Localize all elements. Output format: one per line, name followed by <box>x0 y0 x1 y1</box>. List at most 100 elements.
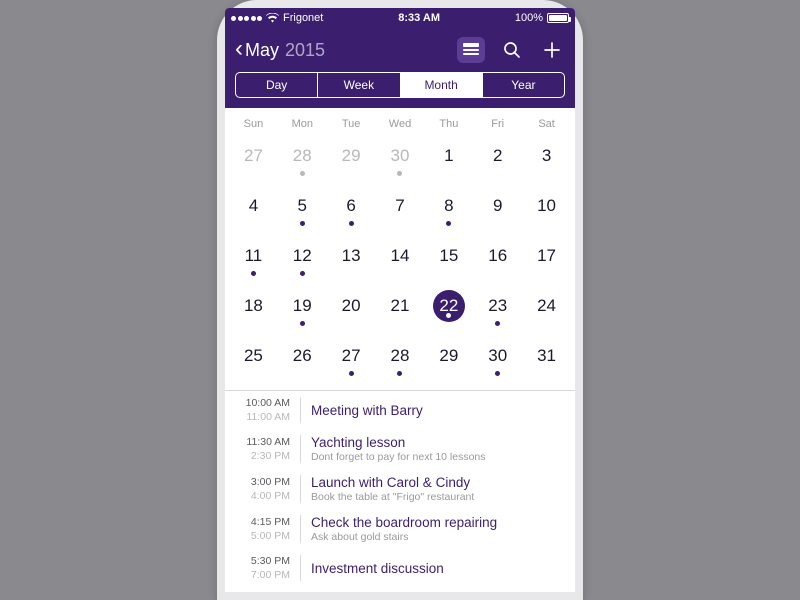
battery-icon <box>547 13 569 23</box>
day-cell[interactable]: 22 <box>424 286 473 330</box>
day-number: 1 <box>433 140 465 172</box>
event-title: Yachting lesson <box>311 435 486 450</box>
day-number: 19 <box>286 290 318 322</box>
event-title: Investment discussion <box>311 561 444 576</box>
weekday-label: Fri <box>473 118 522 130</box>
event-title: Launch with Carol & Cindy <box>311 475 474 490</box>
segment-year[interactable]: Year <box>483 73 564 97</box>
list-view-toggle[interactable] <box>457 37 485 63</box>
day-cell[interactable]: 21 <box>376 286 425 330</box>
segment-day[interactable]: Day <box>236 73 318 97</box>
day-number: 14 <box>384 240 416 272</box>
day-number: 20 <box>335 290 367 322</box>
day-cell[interactable]: 30 <box>376 136 425 180</box>
event-times: 5:30 PM 7:00 PM <box>225 555 301 581</box>
header: ‹ May 2015 <box>225 28 575 108</box>
day-number: 28 <box>384 340 416 372</box>
day-number: 23 <box>482 290 514 322</box>
day-number: 2 <box>482 140 514 172</box>
day-cell[interactable]: 3 <box>522 136 571 180</box>
day-number: 15 <box>433 240 465 272</box>
day-cell[interactable]: 18 <box>229 286 278 330</box>
day-cell[interactable]: 4 <box>229 186 278 230</box>
day-number: 8 <box>433 190 465 222</box>
event-indicator-dot <box>251 271 256 276</box>
day-cell[interactable]: 19 <box>278 286 327 330</box>
event-title: Check the boardroom repairing <box>311 515 497 530</box>
day-cell[interactable]: 26 <box>278 336 327 380</box>
event-row[interactable]: 5:30 PM 7:00 PM Investment discussion <box>225 549 575 587</box>
day-number: 26 <box>286 340 318 372</box>
day-cell[interactable]: 9 <box>473 186 522 230</box>
event-row[interactable]: 8:00 PMPing Pong challenge <box>225 587 575 592</box>
event-indicator-dot <box>495 371 500 376</box>
day-cell[interactable]: 2 <box>473 136 522 180</box>
day-cell[interactable]: 7 <box>376 186 425 230</box>
header-month: May <box>245 40 279 61</box>
event-row[interactable]: 3:00 PM4:00 PMLaunch with Carol & CindyB… <box>225 469 575 509</box>
day-number: 25 <box>237 340 269 372</box>
day-cell[interactable]: 27 <box>229 136 278 180</box>
day-cell[interactable]: 14 <box>376 236 425 280</box>
weekday-label: Sun <box>229 118 278 130</box>
back-button[interactable]: ‹ May 2015 <box>235 39 325 61</box>
event-times: 10:00 AM11:00 AM <box>225 397 301 423</box>
event-row[interactable]: 11:30 AM2:30 PMYachting lessonDont forge… <box>225 429 575 469</box>
event-start-time: 5:30 PM <box>225 555 290 567</box>
day-cell[interactable]: 23 <box>473 286 522 330</box>
event-indicator-dot <box>495 321 500 326</box>
event-body: Meeting with Barry <box>301 397 423 423</box>
chevron-left-icon: ‹ <box>235 37 243 61</box>
days-grid: 2728293012345678910111213141516171819202… <box>229 136 571 380</box>
day-number: 11 <box>237 240 269 272</box>
day-number: 27 <box>335 340 367 372</box>
events-list[interactable]: 10:00 AM11:00 AMMeeting with Barry11:30 … <box>225 390 575 592</box>
day-cell[interactable]: 29 <box>327 136 376 180</box>
day-cell[interactable]: 13 <box>327 236 376 280</box>
event-note: Book the table at "Frigo" restaurant <box>311 491 474 503</box>
day-number: 30 <box>482 340 514 372</box>
day-number: 7 <box>384 190 416 222</box>
search-icon <box>503 41 521 59</box>
day-cell[interactable]: 30 <box>473 336 522 380</box>
day-cell[interactable]: 29 <box>424 336 473 380</box>
event-start-time: 11:30 AM <box>225 436 290 448</box>
list-icon <box>463 43 479 57</box>
signal-dots-icon <box>231 16 262 21</box>
day-cell[interactable]: 25 <box>229 336 278 380</box>
event-row[interactable]: 10:00 AM11:00 AMMeeting with Barry <box>225 391 575 429</box>
add-button[interactable] <box>539 37 565 63</box>
search-button[interactable] <box>499 37 525 63</box>
day-number: 29 <box>433 340 465 372</box>
day-number: 24 <box>531 290 563 322</box>
day-cell[interactable]: 24 <box>522 286 571 330</box>
day-cell[interactable]: 8 <box>424 186 473 230</box>
day-cell[interactable]: 6 <box>327 186 376 230</box>
event-indicator-dot <box>300 221 305 226</box>
day-cell[interactable]: 31 <box>522 336 571 380</box>
day-cell[interactable]: 27 <box>327 336 376 380</box>
day-cell[interactable]: 12 <box>278 236 327 280</box>
weekday-label: Wed <box>376 118 425 130</box>
day-cell[interactable]: 5 <box>278 186 327 230</box>
event-indicator-dot <box>446 221 451 226</box>
day-cell[interactable]: 10 <box>522 186 571 230</box>
day-cell[interactable]: 1 <box>424 136 473 180</box>
day-cell[interactable]: 17 <box>522 236 571 280</box>
day-cell[interactable]: 11 <box>229 236 278 280</box>
event-times: 11:30 AM2:30 PM <box>225 435 301 463</box>
day-cell[interactable]: 15 <box>424 236 473 280</box>
segment-month[interactable]: Month <box>401 73 483 97</box>
day-cell[interactable]: 20 <box>327 286 376 330</box>
day-cell[interactable]: 16 <box>473 236 522 280</box>
event-end-time: 11:00 AM <box>225 411 290 423</box>
day-cell[interactable]: 28 <box>278 136 327 180</box>
segment-week[interactable]: Week <box>318 73 400 97</box>
day-cell[interactable]: 28 <box>376 336 425 380</box>
battery-percent: 100% <box>515 12 543 24</box>
day-number: 12 <box>286 240 318 272</box>
event-row[interactable]: 4:15 PM5:00 PMCheck the boardroom repair… <box>225 509 575 549</box>
event-end-time: 7:00 PM <box>225 569 290 581</box>
day-number: 13 <box>335 240 367 272</box>
event-end-time: 5:00 PM <box>225 530 290 542</box>
